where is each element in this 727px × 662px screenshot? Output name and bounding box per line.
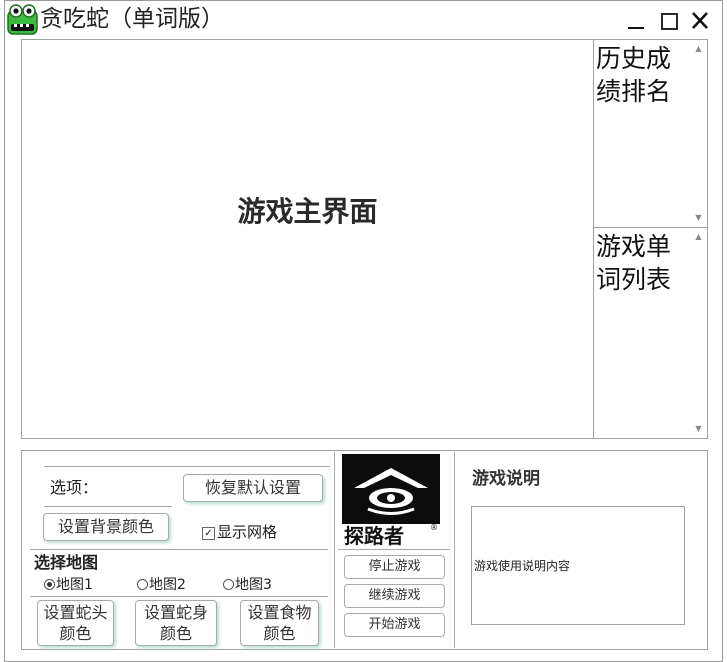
button-label-line: 颜色: [59, 624, 92, 643]
scroll-up-arrow-icon[interactable]: ▲: [690, 42, 707, 56]
window-title: 贪吃蛇（单词版）: [40, 6, 224, 32]
show-grid-checkbox[interactable]: ✓ 显示网格: [202, 522, 277, 542]
history-scrollbar[interactable]: ▲ ▼: [690, 40, 707, 227]
map-radio-1[interactable]: 地图1: [44, 576, 93, 594]
history-ranking-list[interactable]: 历史成绩排名 ▲ ▼: [593, 39, 708, 228]
set-background-color-button[interactable]: 设置背景颜色: [43, 513, 169, 541]
help-title: 游戏说明: [472, 469, 540, 489]
radio-unselected-icon[interactable]: [223, 579, 234, 590]
divider: [338, 549, 450, 550]
continue-game-button[interactable]: 继续游戏: [344, 584, 445, 608]
close-button[interactable]: [685, 8, 715, 34]
history-list-text: 历史成绩排名: [596, 44, 672, 106]
button-label-line: 颜色: [159, 624, 192, 643]
set-body-color-button[interactable]: 设置蛇身 颜色: [135, 600, 217, 646]
divider: [30, 596, 328, 597]
divider: [454, 452, 455, 648]
map-radio-label: 地图1: [56, 577, 93, 593]
title-bar: 贪吃蛇（单词版）: [0, 0, 727, 40]
game-area-label: 游戏主界面: [237, 195, 378, 228]
help-text-box[interactable]: 游戏使用说明内容: [471, 506, 685, 625]
show-grid-label: 显示网格: [217, 523, 278, 541]
minimize-icon: [628, 27, 644, 29]
map-radio-3[interactable]: 地图3: [223, 576, 272, 594]
reset-defaults-button[interactable]: 恢复默认设置: [183, 474, 323, 502]
maximize-icon: [661, 13, 678, 30]
word-list-text: 游戏单词列表: [596, 232, 672, 294]
set-head-color-button[interactable]: 设置蛇头 颜色: [37, 600, 114, 646]
stop-game-button[interactable]: 停止游戏: [344, 555, 445, 579]
snake-app-icon: [6, 3, 39, 36]
game-canvas[interactable]: 游戏主界面: [21, 39, 594, 439]
button-label-line: 设置食物: [247, 603, 312, 622]
set-food-color-button[interactable]: 设置食物 颜色: [240, 600, 319, 646]
divider: [44, 506, 172, 507]
brand-logo: 探路者 ®: [342, 454, 440, 548]
checkbox-checked-icon[interactable]: ✓: [202, 527, 215, 540]
button-label-line: 颜色: [263, 624, 296, 643]
button-label-line: 设置蛇身: [143, 603, 208, 622]
divider: [44, 466, 330, 467]
radio-unselected-icon[interactable]: [137, 579, 148, 590]
options-label: 选项：: [50, 478, 99, 497]
word-list-scrollbar[interactable]: ▲ ▼: [690, 228, 707, 438]
logo-text: 探路者: [344, 524, 404, 546]
help-content-text: 游戏使用说明内容: [474, 559, 571, 573]
button-label-line: 设置蛇头: [43, 603, 108, 622]
logo-registered-mark: ®: [430, 523, 438, 532]
scroll-down-arrow-icon[interactable]: ▼: [690, 211, 707, 225]
scroll-down-arrow-icon[interactable]: ▼: [690, 422, 707, 436]
divider: [30, 549, 328, 550]
divider: [334, 452, 335, 648]
map-select-title: 选择地图: [34, 553, 99, 572]
radio-selected-icon[interactable]: [44, 579, 55, 590]
start-game-button[interactable]: 开始游戏: [344, 613, 445, 637]
game-word-list[interactable]: 游戏单词列表 ▲ ▼: [593, 227, 708, 439]
minimize-button[interactable]: [621, 8, 651, 34]
map-radio-2[interactable]: 地图2: [137, 576, 186, 594]
maximize-button[interactable]: [654, 8, 684, 34]
close-icon: [692, 12, 708, 29]
map-radio-label: 地图2: [149, 577, 186, 593]
scroll-up-arrow-icon[interactable]: ▲: [690, 230, 707, 244]
map-radio-label: 地图3: [235, 577, 272, 593]
